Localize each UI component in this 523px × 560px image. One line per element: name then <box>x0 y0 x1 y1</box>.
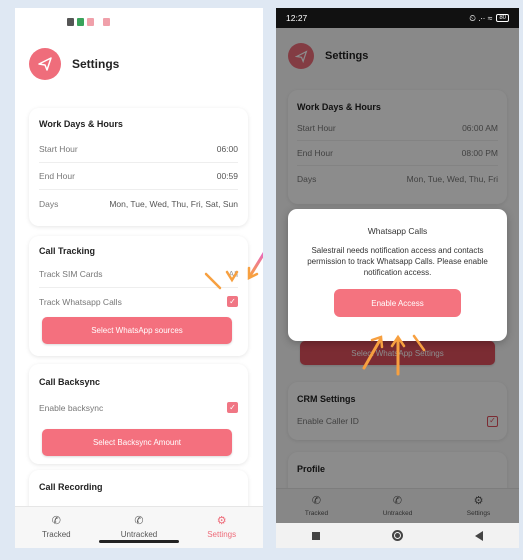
track-whatsapp-checkbox[interactable]: ✓ <box>227 296 238 307</box>
call-backsync-card: Call Backsync Enable backsync ✓ Select B… <box>29 364 248 464</box>
phone-icon: ✆ <box>51 515 61 527</box>
home-indicator <box>99 540 179 543</box>
right-phone-screen: 12:27 ⏲ .∙∙ ≈ 80 Settings Work Days & Ho… <box>276 8 519 548</box>
phone-missed-icon: ✆ <box>134 515 144 527</box>
nav-tracked-label: Tracked <box>42 530 71 539</box>
android-nav-bar <box>276 523 519 548</box>
annotation-arrows <box>362 334 426 376</box>
start-hour-value: 06:00 <box>216 144 238 154</box>
enable-backsync-checkbox[interactable]: ✓ <box>227 402 238 413</box>
battery-icon: 80 <box>496 14 509 22</box>
nav-untracked-label: Untracked <box>120 530 158 539</box>
app-notification-icon <box>103 18 110 26</box>
page-title: Settings <box>72 57 120 71</box>
work-hours-card: Work Days & Hours Start Hour 06:00 End H… <box>29 108 248 226</box>
nav-settings[interactable]: ⚙ Settings <box>187 515 257 540</box>
nav-untracked[interactable]: ✆ Untracked <box>104 515 174 540</box>
select-backsync-amount-button[interactable]: Select Backsync Amount <box>42 429 232 456</box>
app-notification-icon <box>87 18 94 26</box>
status-bar: 12:27 ⏲ .∙∙ ≈ 80 <box>276 8 519 28</box>
start-hour-row[interactable]: Start Hour 06:00 <box>39 136 238 163</box>
notification-icon <box>77 18 84 26</box>
status-bar-icons <box>67 17 110 27</box>
gear-icon: ⚙ <box>216 515 227 527</box>
back-icon[interactable] <box>475 530 483 541</box>
dialog-message: Salestrail needs notification access and… <box>307 246 488 277</box>
app-header: Settings <box>29 48 119 80</box>
select-whatsapp-sources-button[interactable]: Select WhatsApp sources <box>42 317 232 344</box>
start-hour-label: Start Hour <box>39 144 78 154</box>
track-sim-label: Track SIM Cards <box>39 269 103 279</box>
recents-icon[interactable] <box>312 531 320 540</box>
status-icons: ⏲ .∙∙ ≈ <box>469 12 493 23</box>
dialog-title: Whatsapp Calls <box>367 226 428 236</box>
end-hour-row[interactable]: End Hour 00:59 <box>39 163 238 190</box>
notification-icon <box>67 18 74 26</box>
call-recording-title: Call Recording <box>39 482 103 492</box>
enable-backsync-row: Enable backsync ✓ <box>39 394 238 421</box>
call-tracking-title: Call Tracking <box>39 246 96 256</box>
end-hour-label: End Hour <box>39 171 75 181</box>
app-logo-icon <box>29 48 61 80</box>
whatsapp-calls-dialog: Whatsapp Calls Salestrail needs notifica… <box>288 209 507 341</box>
days-label: Days <box>39 198 59 209</box>
track-whatsapp-label: Track Whatsapp Calls <box>39 296 122 307</box>
nav-settings-label: Settings <box>207 530 237 539</box>
enable-backsync-label: Enable backsync <box>39 402 104 413</box>
days-row[interactable]: Days Mon, Tue, Wed, Thu, Fri, Sat, Sun <box>39 190 238 217</box>
enable-access-button[interactable]: Enable Access <box>334 289 461 317</box>
home-icon[interactable] <box>392 530 403 541</box>
days-value: Mon, Tue, Wed, Thu, Fri, Sat, Sun <box>109 198 238 209</box>
annotation-arrows <box>204 238 263 290</box>
left-phone-screen: Settings Work Days & Hours Start Hour 06… <box>15 8 263 548</box>
status-time: 12:27 <box>286 13 308 23</box>
end-hour-value: 00:59 <box>216 171 238 181</box>
call-backsync-title: Call Backsync <box>39 377 101 387</box>
work-hours-title: Work Days & Hours <box>39 119 123 129</box>
nav-tracked[interactable]: ✆ Tracked <box>21 515 91 540</box>
